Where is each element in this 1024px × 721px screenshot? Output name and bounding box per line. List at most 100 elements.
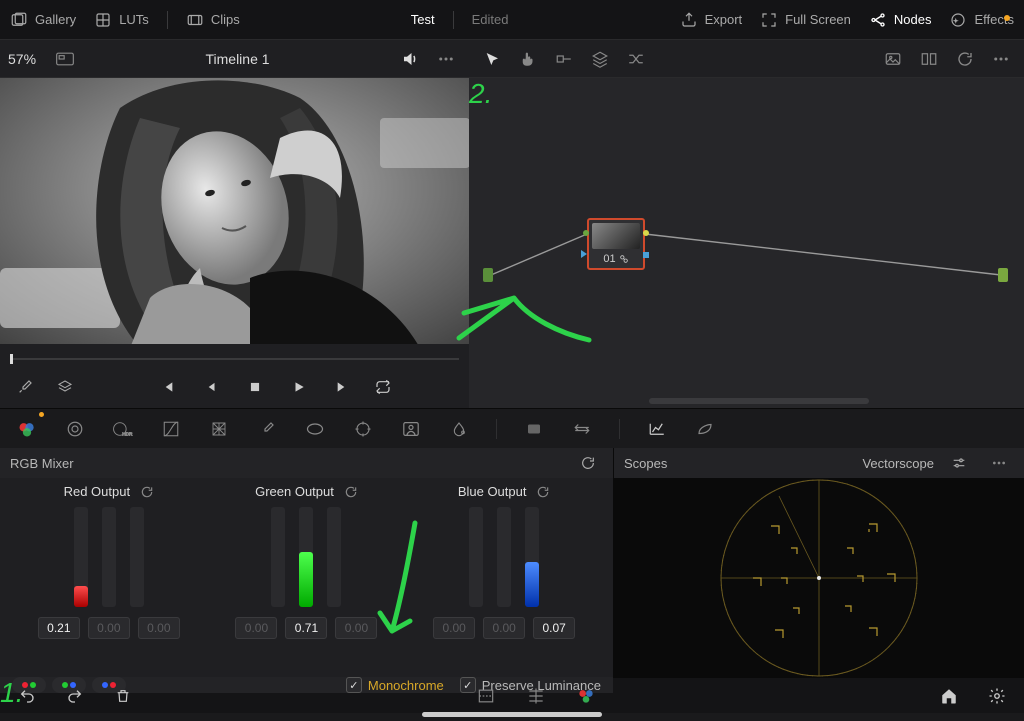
green-g-value[interactable]: 0.71: [285, 617, 327, 639]
zoom-level[interactable]: 57%: [8, 51, 36, 67]
blue-g-value[interactable]: 0.00: [483, 617, 525, 639]
blue-g-slider[interactable]: [497, 507, 511, 607]
step-back-button[interactable]: [196, 372, 226, 402]
scopes-mode[interactable]: Vectorscope: [862, 456, 934, 471]
node-out-rgb[interactable]: [643, 230, 649, 236]
fullscreen-button[interactable]: Full Screen: [760, 11, 851, 29]
rgb-reset-button[interactable]: [573, 448, 603, 478]
warper-button[interactable]: [204, 414, 234, 444]
curves-button[interactable]: [156, 414, 186, 444]
image-icon: [884, 51, 902, 67]
blue-b-value[interactable]: 0.07: [533, 617, 575, 639]
green-g-slider[interactable]: [299, 507, 313, 607]
primaries-button[interactable]: [60, 414, 90, 444]
settings-button[interactable]: [982, 681, 1012, 711]
cursor-icon: [484, 51, 500, 67]
scopes-title: Scopes: [624, 456, 667, 471]
hdr-button[interactable]: HDR: [108, 414, 138, 444]
export-button[interactable]: Export: [680, 11, 743, 29]
sizing-button[interactable]: [567, 414, 597, 444]
divider: [167, 11, 168, 29]
prev-clip-button[interactable]: [152, 372, 182, 402]
scrub-bar[interactable]: [10, 354, 459, 364]
vectorscope[interactable]: [614, 478, 1024, 678]
luts-button[interactable]: LUTs: [94, 11, 149, 29]
viewer-image[interactable]: [0, 78, 469, 344]
reset-icon[interactable]: [344, 485, 358, 499]
rgb-mixer-panel: RGB Mixer Red Output 0.21: [0, 448, 614, 678]
node-tool-2[interactable]: [585, 44, 615, 74]
layers-button[interactable]: [50, 372, 80, 402]
home-button[interactable]: [934, 681, 964, 711]
audio-button[interactable]: [395, 44, 425, 74]
node-out-alpha[interactable]: [643, 252, 649, 258]
blue-b-slider[interactable]: [525, 507, 539, 607]
annotation-1: 1.: [0, 677, 23, 708]
node-in-alpha[interactable]: [581, 250, 587, 258]
loop-icon: [374, 379, 392, 395]
node-graph[interactable]: 01 2.: [469, 78, 1024, 408]
green-b-value[interactable]: 0.00: [335, 617, 377, 639]
node-01[interactable]: 01: [587, 218, 645, 270]
tracker-button[interactable]: [348, 414, 378, 444]
scopes-settings-button[interactable]: [944, 448, 974, 478]
graph-output[interactable]: [998, 268, 1008, 282]
green-b-slider[interactable]: [327, 507, 341, 607]
loop-button[interactable]: [368, 372, 398, 402]
blue-r-slider[interactable]: [469, 507, 483, 607]
title-bar: Gallery LUTs Clips Test Edited Export Fu…: [0, 0, 1024, 40]
nodes-button[interactable]: Nodes: [869, 11, 932, 29]
scopes-menu-button[interactable]: [984, 448, 1014, 478]
eyedropper-button[interactable]: [10, 372, 40, 402]
scopes-toggle-button[interactable]: [642, 414, 672, 444]
red-r-value[interactable]: 0.21: [38, 617, 80, 639]
stop-button[interactable]: [240, 372, 270, 402]
info-button[interactable]: [690, 414, 720, 444]
blue-r-value[interactable]: 0.00: [433, 617, 475, 639]
reset-icon[interactable]: [140, 485, 154, 499]
node-tool-1[interactable]: [549, 44, 579, 74]
pan-tool[interactable]: [513, 44, 543, 74]
node-split-button[interactable]: [914, 44, 944, 74]
green-r-value[interactable]: 0.00: [235, 617, 277, 639]
red-g-slider[interactable]: [102, 507, 116, 607]
qualifier-button[interactable]: [252, 414, 282, 444]
next-clip-button[interactable]: [328, 372, 358, 402]
viewer-thumb-button[interactable]: [50, 44, 80, 74]
node-in-rgb[interactable]: [583, 230, 589, 236]
effects-icon: [949, 11, 967, 29]
clips-label: Clips: [211, 12, 240, 27]
node-graph-scrollbar[interactable]: [649, 398, 869, 404]
clips-button[interactable]: Clips: [186, 11, 240, 29]
monochrome-checkbox[interactable]: Monochrome: [346, 677, 444, 693]
fullscreen-icon: [760, 11, 778, 29]
reset-icon[interactable]: [536, 485, 550, 499]
red-g-value[interactable]: 0.00: [88, 617, 130, 639]
timeline-name[interactable]: Timeline 1: [205, 51, 269, 67]
green-r-slider[interactable]: [271, 507, 285, 607]
red-r-slider[interactable]: [74, 507, 88, 607]
swap-icon: [573, 421, 591, 437]
viewer-menu-button[interactable]: [431, 44, 461, 74]
node-tool-3[interactable]: [621, 44, 651, 74]
gallery-button[interactable]: Gallery: [10, 11, 76, 29]
window-button[interactable]: [300, 414, 330, 444]
red-b-value[interactable]: 0.00: [138, 617, 180, 639]
magic-mask-button[interactable]: [396, 414, 426, 444]
red-b-slider[interactable]: [130, 507, 144, 607]
key-button[interactable]: [519, 414, 549, 444]
selection-tool[interactable]: [477, 44, 507, 74]
graph-input[interactable]: [483, 268, 493, 282]
blur-button[interactable]: [444, 414, 474, 444]
home-icon: [940, 687, 958, 705]
node-menu-button[interactable]: [986, 44, 1016, 74]
node-reset-button[interactable]: [950, 44, 980, 74]
node-image-button[interactable]: [878, 44, 908, 74]
play-button[interactable]: [284, 372, 314, 402]
color-wheels-button[interactable]: [12, 414, 42, 444]
home-indicator[interactable]: [422, 712, 602, 717]
eyedropper-icon: [259, 421, 275, 437]
dots-icon: [991, 455, 1007, 471]
notification-dot: [1004, 15, 1010, 21]
reset-icon: [956, 50, 974, 68]
